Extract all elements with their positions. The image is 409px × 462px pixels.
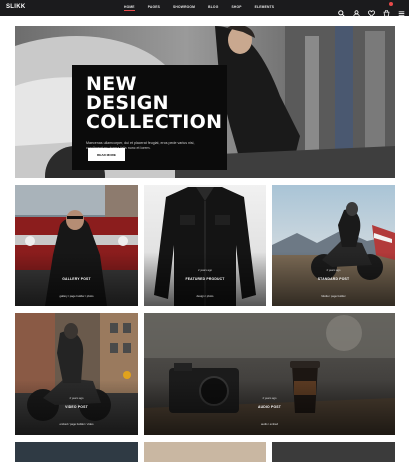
- user-icon[interactable]: [353, 4, 360, 17]
- menu-icon[interactable]: [398, 4, 405, 16]
- card-title[interactable]: FEATURED PRODUCT: [144, 277, 266, 281]
- card-date: 2 years ago: [326, 269, 341, 272]
- card-date: 2 years ago: [197, 269, 213, 272]
- post-card-gallery[interactable]: GALLERY POST gallery / page builder / ph…: [15, 185, 138, 306]
- card-title[interactable]: GALLERY POST: [15, 277, 138, 281]
- card-title[interactable]: VIDEO POST: [15, 405, 138, 409]
- card-tags[interactable]: audio / embed: [144, 423, 395, 426]
- nav-showroom[interactable]: SHOWROOM: [173, 5, 195, 9]
- hero-banner[interactable]: NEW DESIGN COLLECTION Maecenas ullamcorp…: [15, 26, 395, 178]
- header-tools: [338, 2, 405, 17]
- hero-title-line2: COLLECTION: [86, 111, 223, 133]
- card-date: 2 years ago: [69, 397, 84, 400]
- top-navigation-bar: SLIKK HOME PAGES SHOWROOM BLOG SHOP ELEM…: [0, 0, 409, 17]
- card-tags[interactable]: gallery / page builder / photo: [15, 295, 138, 298]
- nav-blog[interactable]: BLOG: [208, 5, 218, 9]
- card-tags[interactable]: design / photo: [144, 295, 266, 298]
- post-card-featured-product[interactable]: 2 years ago FEATURED PRODUCT design / ph…: [144, 185, 266, 306]
- card-tags[interactable]: Media / page builder: [272, 295, 395, 298]
- post-card-standard[interactable]: 2 years ago STANDARD POST Media / page b…: [272, 185, 395, 306]
- nav-elements[interactable]: ELEMENTS: [255, 5, 275, 9]
- hero-title-line1: NEW DESIGN: [86, 73, 169, 114]
- nav-shop[interactable]: SHOP: [231, 5, 241, 9]
- card-date: 2 years ago: [262, 397, 277, 400]
- site-logo[interactable]: SLIKK: [6, 4, 26, 10]
- post-card-partial[interactable]: [272, 442, 395, 462]
- card-title[interactable]: AUDIO POST: [144, 405, 395, 409]
- main-nav: HOME PAGES SHOWROOM BLOG SHOP ELEMENTS: [124, 5, 287, 11]
- nav-home[interactable]: HOME: [124, 5, 135, 11]
- post-card-partial[interactable]: [144, 442, 266, 462]
- read-more-button[interactable]: READ MORE: [88, 148, 125, 161]
- card-tags[interactable]: embed / page builder / video: [15, 423, 138, 426]
- card-title[interactable]: STANDARD POST: [272, 277, 395, 281]
- post-card-partial[interactable]: [15, 442, 138, 462]
- hero-text-panel: NEW DESIGN COLLECTION Maecenas ullamcorp…: [72, 65, 227, 170]
- search-icon[interactable]: [338, 4, 345, 17]
- cart-count-badge: [389, 2, 393, 6]
- cart-icon[interactable]: [383, 2, 393, 17]
- heart-icon[interactable]: [367, 4, 376, 17]
- post-card-video[interactable]: 2 years ago VIDEO POST embed / page buil…: [15, 313, 138, 435]
- post-card-audio[interactable]: 2 years ago AUDIO POST audio / embed: [144, 313, 395, 435]
- nav-pages[interactable]: PAGES: [148, 5, 160, 9]
